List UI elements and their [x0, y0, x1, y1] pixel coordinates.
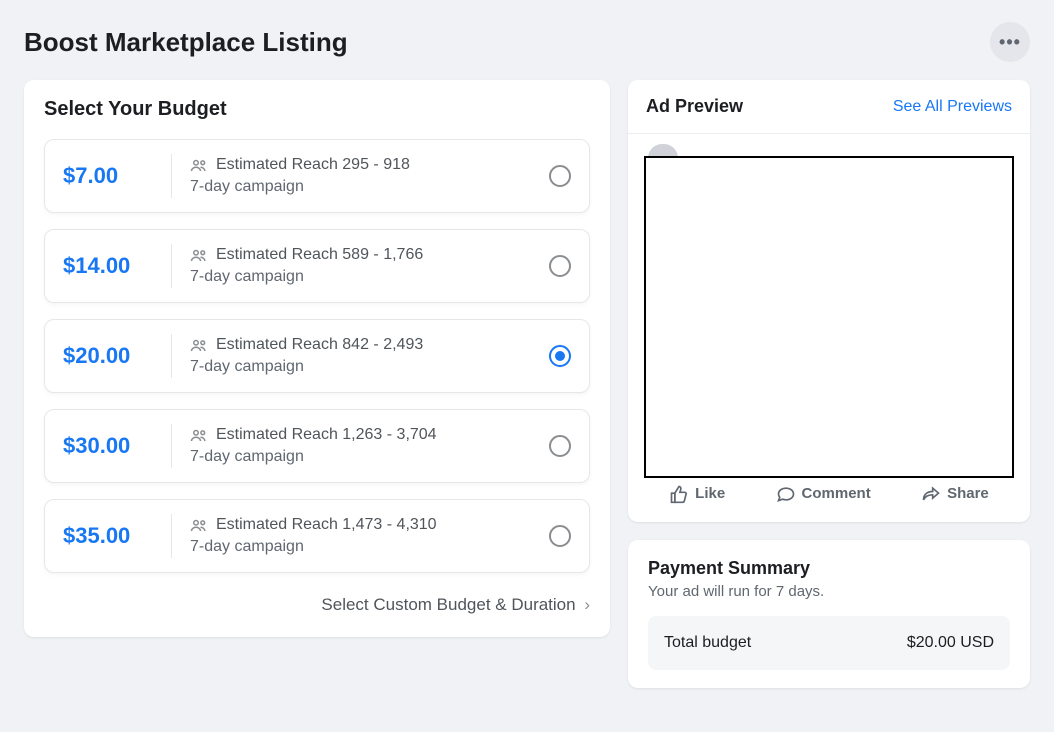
budget-radio[interactable]	[549, 435, 571, 457]
budget-option[interactable]: $14.00 Estimated Reach 589 - 1,766 7-day…	[44, 229, 590, 303]
thumbs-up-icon	[669, 484, 689, 504]
people-icon	[190, 338, 208, 352]
reach-text: Estimated Reach 1,263 - 3,704	[216, 426, 437, 444]
campaign-text: 7-day campaign	[190, 268, 549, 286]
reach-text: Estimated Reach 295 - 918	[216, 156, 410, 174]
share-label: Share	[947, 485, 989, 502]
ad-preview-card: Ad Preview See All Previews Like Comment	[628, 80, 1030, 522]
like-label: Like	[695, 485, 725, 502]
page-title: Boost Marketplace Listing	[24, 27, 348, 58]
payment-summary-card: Payment Summary Your ad will run for 7 d…	[628, 540, 1030, 688]
campaign-text: 7-day campaign	[190, 358, 549, 376]
comment-icon	[776, 484, 796, 504]
budget-option[interactable]: $20.00 Estimated Reach 842 - 2,493 7-day…	[44, 319, 590, 393]
budget-price: $20.00	[63, 343, 163, 369]
more-options-button[interactable]: •••	[990, 22, 1030, 62]
custom-budget-link[interactable]: Select Custom Budget & Duration ›	[44, 595, 590, 615]
ellipsis-icon: •••	[999, 32, 1021, 53]
budget-card: Select Your Budget $7.00 Estimated Reach…	[24, 80, 610, 637]
budget-price: $7.00	[63, 163, 163, 189]
ad-preview-heading: Ad Preview	[646, 96, 743, 117]
people-icon	[190, 158, 208, 172]
campaign-text: 7-day campaign	[190, 538, 549, 556]
budget-radio[interactable]	[549, 165, 571, 187]
budget-option[interactable]: $30.00 Estimated Reach 1,263 - 3,704 7-d…	[44, 409, 590, 483]
summary-sub: Your ad will run for 7 days.	[648, 583, 1010, 600]
people-icon	[190, 518, 208, 532]
see-all-previews-link[interactable]: See All Previews	[893, 98, 1012, 116]
budget-option[interactable]: $7.00 Estimated Reach 295 - 918 7-day ca…	[44, 139, 590, 213]
like-button[interactable]: Like	[669, 484, 725, 504]
people-icon	[190, 248, 208, 262]
total-budget-value: $20.00 USD	[907, 634, 994, 652]
share-icon	[921, 484, 941, 504]
campaign-text: 7-day campaign	[190, 448, 549, 466]
ad-preview-frame	[644, 156, 1014, 478]
chevron-right-icon: ›	[584, 595, 590, 614]
custom-budget-label: Select Custom Budget & Duration	[321, 595, 575, 614]
budget-option[interactable]: $35.00 Estimated Reach 1,473 - 4,310 7-d…	[44, 499, 590, 573]
comment-label: Comment	[802, 485, 871, 502]
campaign-text: 7-day campaign	[190, 178, 549, 196]
budget-radio[interactable]	[549, 255, 571, 277]
budget-price: $30.00	[63, 433, 163, 459]
comment-button[interactable]: Comment	[776, 484, 871, 504]
people-icon	[190, 428, 208, 442]
budget-heading: Select Your Budget	[44, 98, 590, 121]
budget-radio[interactable]	[549, 345, 571, 367]
reach-text: Estimated Reach 842 - 2,493	[216, 336, 423, 354]
reach-text: Estimated Reach 1,473 - 4,310	[216, 516, 437, 534]
budget-price: $35.00	[63, 523, 163, 549]
budget-radio[interactable]	[549, 525, 571, 547]
summary-heading: Payment Summary	[648, 558, 1010, 579]
total-budget-label: Total budget	[664, 634, 751, 652]
reach-text: Estimated Reach 589 - 1,766	[216, 246, 423, 264]
total-budget-row: Total budget $20.00 USD	[648, 616, 1010, 670]
share-button[interactable]: Share	[921, 484, 989, 504]
budget-price: $14.00	[63, 253, 163, 279]
